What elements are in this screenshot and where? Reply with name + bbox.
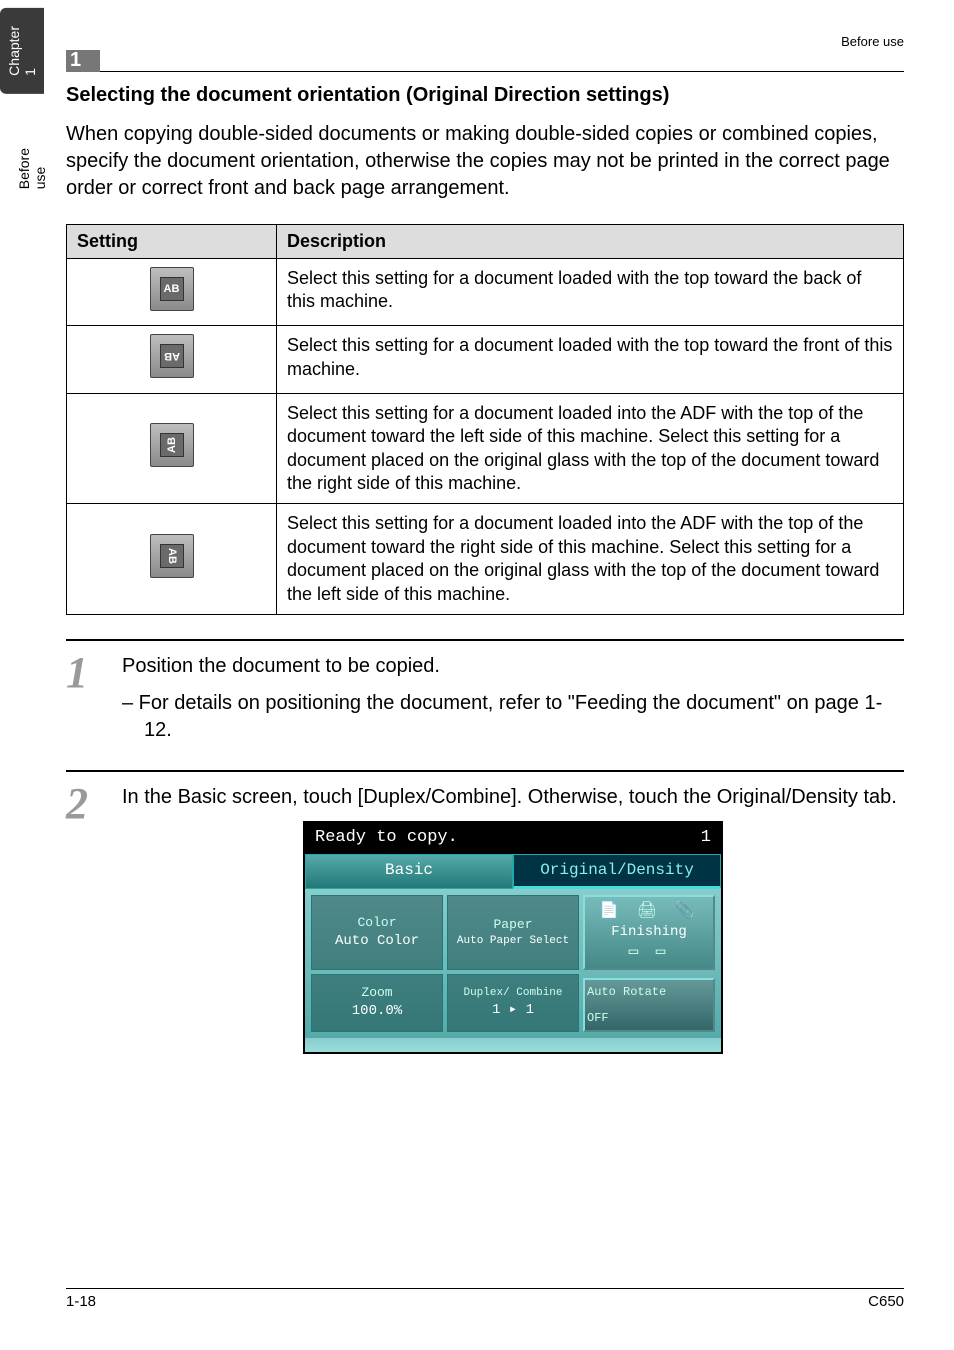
table-row: AB Select this setting for a document lo… (67, 504, 904, 615)
auto-rotate-button[interactable]: Auto Rotate OFF (583, 978, 715, 1032)
header-number-box: 1 (66, 50, 100, 72)
color-button[interactable]: Color Auto Color (311, 895, 443, 969)
tab-original-density[interactable]: Original/Density (513, 854, 721, 890)
page-footer: 1-18 C650 (66, 1288, 904, 1310)
touchscreen-figure: Ready to copy. 1 Basic Original/Density … (303, 821, 723, 1054)
section-title: Selecting the document orientation (Orig… (66, 84, 904, 107)
page-number: 1-18 (66, 1293, 96, 1310)
step-1: 1 Position the document to be copied. – … (66, 639, 904, 744)
orientation-top-back-icon: AB (150, 267, 194, 311)
settings-table: Setting Description AB Select this setti… (66, 224, 904, 615)
header-label: Before use (841, 34, 904, 49)
th-description: Description (277, 225, 904, 259)
desc-cell: Select this setting for a document loade… (277, 504, 904, 615)
status-text: Ready to copy. (315, 827, 458, 850)
step-text: In the Basic screen, touch [Duplex/Combi… (122, 784, 904, 811)
paper-button[interactable]: Paper Auto Paper Select (447, 895, 579, 969)
page-header: Before use 1 (66, 50, 904, 72)
model-code: C650 (868, 1293, 904, 1310)
step-subtext: – For details on positioning the documen… (122, 690, 904, 744)
finishing-sub-icons: ▭ ▭ (587, 942, 711, 964)
step-2: 2 In the Basic screen, touch [Duplex/Com… (66, 770, 904, 1054)
table-row: AB Select this setting for a document lo… (67, 326, 904, 393)
desc-cell: Select this setting for a document loade… (277, 326, 904, 393)
table-row: AB Select this setting for a document lo… (67, 393, 904, 504)
chapter-tab: Chapter 1 (0, 8, 44, 94)
step-text: Position the document to be copied. (122, 653, 904, 680)
tab-basic[interactable]: Basic (305, 854, 513, 890)
table-row: AB Select this setting for a document lo… (67, 259, 904, 326)
orientation-top-front-icon: AB (150, 334, 194, 378)
copy-count: 1 (701, 827, 711, 850)
orientation-right-icon: AB (150, 534, 194, 578)
step-number: 1 (66, 653, 122, 744)
intro-paragraph: When copying double-sided documents or m… (66, 121, 904, 202)
finishing-button[interactable]: 📄 🖨 📎 Finishing ▭ ▭ (583, 895, 715, 969)
step-number: 2 (66, 784, 122, 1054)
desc-cell: Select this setting for a document loade… (277, 259, 904, 326)
section-tab: Before use (10, 130, 54, 207)
duplex-combine-button[interactable]: Duplex/ Combine 1 ▸ 1 (447, 974, 579, 1032)
th-setting: Setting (67, 225, 277, 259)
finishing-icons: 📄 🖨 📎 (587, 901, 711, 923)
orientation-left-icon: AB (150, 423, 194, 467)
desc-cell: Select this setting for a document loade… (277, 393, 904, 504)
zoom-button[interactable]: Zoom 100.0% (311, 974, 443, 1032)
